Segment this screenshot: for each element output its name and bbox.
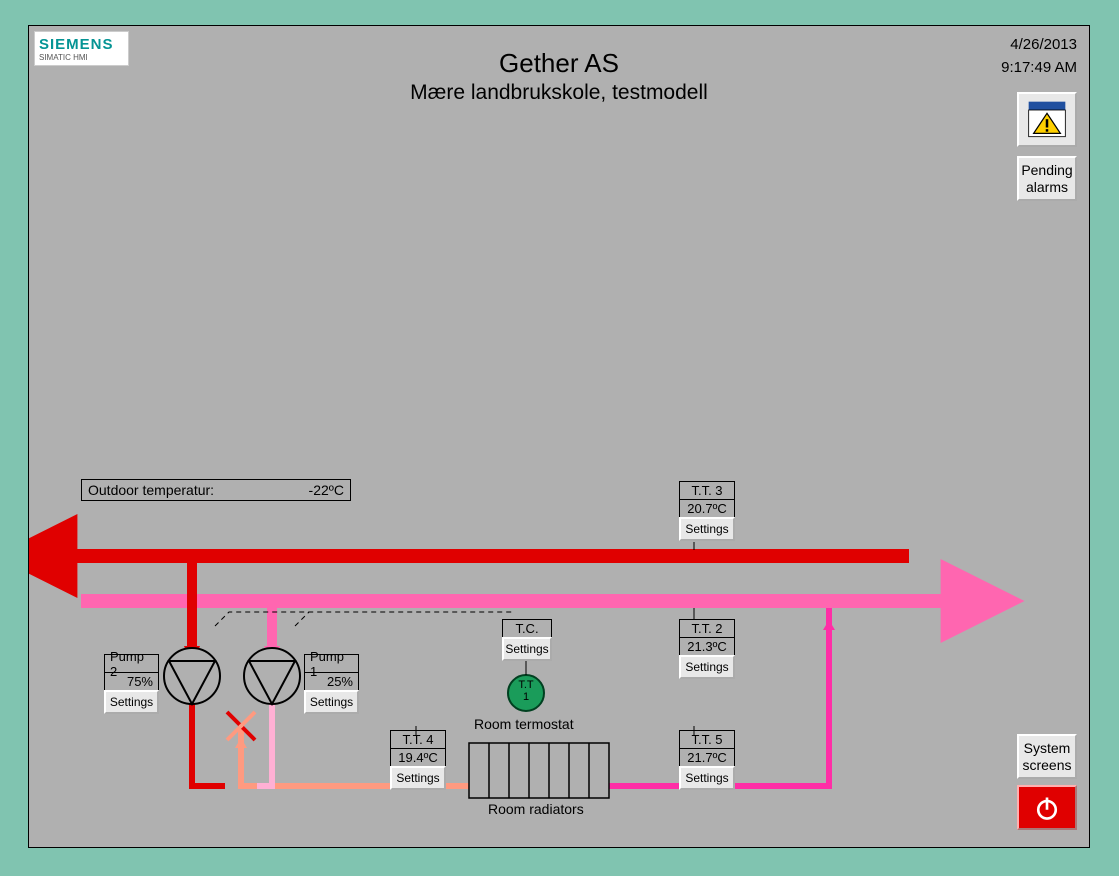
tt4-name: T.T. 4: [390, 730, 446, 749]
tt1-a: T.T: [515, 680, 537, 691]
pump2-settings-button[interactable]: Settings: [104, 690, 159, 714]
tt5-settings-button[interactable]: Settings: [679, 766, 735, 790]
pump2-value: 75%: [104, 672, 159, 691]
pump1-block: Pump 1 25% Settings: [304, 654, 359, 714]
hmi-panel: SIEMENS SIMATIC HMI Gether AS Mære landb…: [28, 25, 1090, 848]
tt3-settings-button[interactable]: Settings: [679, 517, 735, 541]
pump1-name: Pump 1: [304, 654, 359, 673]
tt4-block: T.T. 4 19.4ºC Settings: [390, 730, 446, 790]
tc-name: T.C.: [502, 619, 552, 638]
room-radiators-label: Room radiators: [488, 801, 584, 817]
pump-2-symbol: [164, 648, 220, 704]
tt2-settings-button[interactable]: Settings: [679, 655, 735, 679]
room-termostat-label: Room termostat: [474, 716, 574, 732]
pump-1-symbol: [244, 648, 300, 704]
tc-settings-button[interactable]: Settings: [502, 637, 552, 661]
tt2-name: T.T. 2: [679, 619, 735, 638]
tt4-settings-button[interactable]: Settings: [390, 766, 446, 790]
tc-block: T.C. Settings: [502, 619, 552, 661]
tt2-value: 21.3ºC: [679, 637, 735, 656]
tt3-value: 20.7ºC: [679, 499, 735, 518]
tt1-b: 1: [515, 692, 537, 703]
pump1-value: 25%: [304, 672, 359, 691]
pump2-block: Pump 2 75% Settings: [104, 654, 159, 714]
pump1-settings-button[interactable]: Settings: [304, 690, 359, 714]
tt2-block: T.T. 2 21.3ºC Settings: [679, 619, 735, 679]
tt4-value: 19.4ºC: [390, 748, 446, 767]
tt3-name: T.T. 3: [679, 481, 735, 500]
tt5-name: T.T. 5: [679, 730, 735, 749]
pump2-name: Pump 2: [104, 654, 159, 673]
tt3-block: T.T. 3 20.7ºC Settings: [679, 481, 735, 541]
radiator-symbol: [469, 743, 609, 798]
tt5-value: 21.7ºC: [679, 748, 735, 767]
tt5-block: T.T. 5 21.7ºC Settings: [679, 730, 735, 790]
